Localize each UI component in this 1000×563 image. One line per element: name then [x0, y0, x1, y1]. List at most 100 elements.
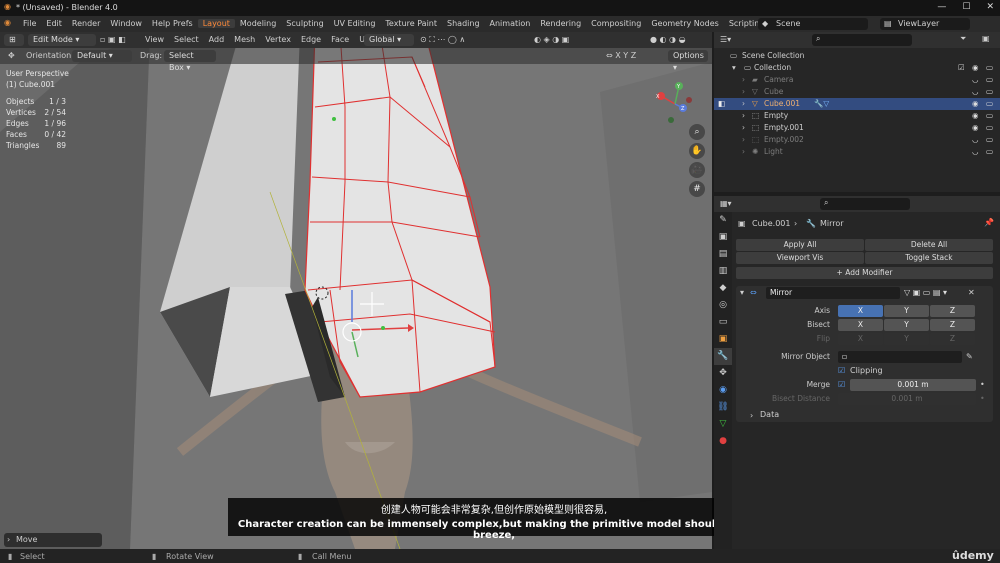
modifier-display-toggles[interactable]: ▽ ▣ ▭ ▤ ▾	[904, 288, 947, 297]
orientation-selector[interactable]: Default ▾	[72, 50, 132, 62]
add-modifier-button[interactable]: + Add Modifier	[736, 267, 993, 279]
menu-mesh[interactable]: Mesh	[229, 35, 260, 44]
axis-y-toggle[interactable]: Y	[884, 305, 929, 317]
view-layer-tab-icon[interactable]: ▥	[714, 263, 732, 280]
perspective-grid-icon[interactable]: #	[689, 181, 705, 197]
world-tab-icon[interactable]: ◎	[714, 297, 732, 314]
tab-modeling[interactable]: Modeling	[235, 19, 281, 28]
render-camera-icon[interactable]: ▭	[986, 110, 993, 122]
outliner-item-empty[interactable]: › ⬚ Empty ◉ ▭	[714, 110, 1000, 122]
eye-closed-icon[interactable]: ◡	[972, 134, 979, 146]
3d-viewport[interactable]: User Perspective (1) Cube.001 Objects 1 /…	[0, 32, 712, 549]
modifier-tab-icon[interactable]: 🔧	[714, 348, 732, 365]
menu-render[interactable]: Render	[67, 19, 105, 28]
clipping-checkbox[interactable]: ☑	[838, 366, 845, 375]
maximize-icon[interactable]: ☐	[962, 2, 970, 12]
tab-texture-paint[interactable]: Texture Paint	[380, 19, 442, 28]
scene-selector[interactable]: ◆ Scene	[758, 18, 868, 30]
render-tab-icon[interactable]: ▣	[714, 229, 732, 246]
tab-compositing[interactable]: Compositing	[586, 19, 646, 28]
drag-selector[interactable]: Select Box ▾	[164, 50, 216, 72]
menu-vertex[interactable]: Vertex	[260, 35, 296, 44]
edit-mode-icon[interactable]: ◧	[718, 98, 725, 110]
render-camera-icon[interactable]: ▭	[986, 122, 993, 134]
tab-sculpting[interactable]: Sculpting	[281, 19, 328, 28]
menu-edit[interactable]: Edit	[41, 19, 67, 28]
data-subpanel-chevron-icon[interactable]: ›	[750, 411, 753, 420]
render-camera-icon[interactable]: ▭	[986, 74, 993, 86]
editor-type-icon[interactable]: ⊞	[4, 34, 24, 46]
menu-file[interactable]: File	[18, 19, 41, 28]
delete-all-button[interactable]: Delete All	[865, 239, 993, 251]
eye-closed-icon[interactable]: ◡	[972, 146, 979, 158]
pin-icon[interactable]: 📌	[984, 218, 994, 227]
include-checkbox[interactable]: ☑	[958, 62, 965, 74]
outliner-item-empty-002[interactable]: › ⬚ Empty.002 ◡ ▭	[714, 134, 1000, 146]
collapse-chevron-icon[interactable]: ▾	[740, 288, 744, 297]
options-dropdown[interactable]: Options ▾	[668, 50, 708, 72]
properties-search-input[interactable]: ⌕	[820, 198, 910, 210]
physics-tab-icon[interactable]: ◉	[714, 382, 732, 399]
render-camera-icon[interactable]: ▭	[986, 98, 993, 110]
output-tab-icon[interactable]: ▤	[714, 246, 732, 263]
render-camera-icon[interactable]: ▭	[986, 146, 993, 158]
mirror-object-field[interactable]: ▫	[838, 351, 962, 363]
bisect-z-toggle[interactable]: Z	[930, 319, 975, 331]
properties-editor-icon[interactable]: ▦▾	[720, 199, 732, 208]
eye-icon[interactable]: ◉	[972, 110, 979, 122]
menu-add[interactable]: Add	[204, 35, 230, 44]
material-tab-icon[interactable]: ●	[714, 433, 732, 450]
outliner-scene-collection[interactable]: ▭ Scene Collection	[714, 50, 1000, 62]
outliner-item-light[interactable]: › ✺ Light ◡ ▭	[714, 146, 1000, 158]
keyframe-dot-icon[interactable]: •	[980, 394, 985, 403]
eye-closed-icon[interactable]: ◡	[972, 74, 979, 86]
collection-tab-icon[interactable]: ▭	[714, 314, 732, 331]
data-subpanel-label[interactable]: Data	[760, 410, 779, 419]
apply-all-button[interactable]: Apply All	[736, 239, 864, 251]
menu-view[interactable]: View	[140, 35, 169, 44]
menu-select[interactable]: Select	[169, 35, 204, 44]
merge-distance-field[interactable]: 0.001 m	[850, 379, 976, 391]
filter-icon[interactable]: ⏷	[960, 34, 966, 44]
flip-z-toggle[interactable]: Z	[930, 333, 975, 345]
tab-prefs[interactable]: Prefs	[168, 19, 198, 28]
scene-tab-icon[interactable]: ◆	[714, 280, 732, 297]
outliner-item-cube-001[interactable]: ◧ › ▽ Cube.001 🔧▽ ◉ ▭	[714, 98, 1000, 110]
keyframe-dot-icon[interactable]: •	[980, 380, 985, 389]
bisect-distance-field[interactable]: 0.001 m	[838, 393, 976, 405]
modifier-name-input[interactable]: Mirror	[766, 287, 900, 299]
tab-shading[interactable]: Shading	[442, 19, 485, 28]
pivot-snap-icons[interactable]: ⊙ ⛶ ⋯ ◯ ∧	[420, 35, 465, 45]
outliner-item-cube[interactable]: › ▽ Cube ◡ ▭	[714, 86, 1000, 98]
zoom-icon[interactable]: ⌕	[689, 124, 705, 140]
bisect-y-toggle[interactable]: Y	[884, 319, 929, 331]
tab-geometry-nodes[interactable]: Geometry Nodes	[646, 19, 723, 28]
last-operator-panel[interactable]: › Move	[4, 533, 102, 547]
eye-icon[interactable]: ◉	[972, 98, 979, 110]
merge-checkbox[interactable]: ☑	[838, 380, 845, 389]
viewport-vis-button[interactable]: Viewport Vis	[736, 252, 864, 264]
mode-selector[interactable]: Edit Mode ▾	[28, 34, 96, 46]
render-camera-icon[interactable]: ▭	[986, 86, 993, 98]
object-tab-icon[interactable]: ▣	[714, 331, 732, 348]
modifier-close-icon[interactable]: ✕	[968, 288, 975, 297]
blender-menu-icon[interactable]: ◉	[4, 18, 11, 27]
transform-orientation[interactable]: Global ▾	[364, 34, 414, 46]
tool-tab-icon[interactable]: ✎	[714, 212, 732, 229]
mirror-axis-toggles[interactable]: ⇔ X Y Z	[606, 51, 636, 60]
pan-hand-icon[interactable]: ✋	[689, 143, 705, 159]
new-collection-icon[interactable]: ▣	[982, 34, 990, 43]
toggle-stack-button[interactable]: Toggle Stack	[865, 252, 993, 264]
constraints-tab-icon[interactable]: ⛓	[714, 399, 732, 416]
flip-y-toggle[interactable]: Y	[884, 333, 929, 345]
outliner-item-empty-001[interactable]: › ⬚ Empty.001 ◉ ▭	[714, 122, 1000, 134]
render-camera-icon[interactable]: ▭	[986, 62, 993, 74]
menu-edge[interactable]: Edge	[296, 35, 326, 44]
outliner-editor-icon[interactable]: ☰▾	[720, 35, 731, 44]
move-tool-icon[interactable]: ✥	[8, 51, 15, 60]
flip-x-toggle[interactable]: X	[838, 333, 883, 345]
close-icon[interactable]: ✕	[986, 2, 994, 12]
particles-tab-icon[interactable]: ✥	[714, 365, 732, 382]
render-camera-icon[interactable]: ▭	[986, 134, 993, 146]
menu-window[interactable]: Window	[105, 19, 147, 28]
